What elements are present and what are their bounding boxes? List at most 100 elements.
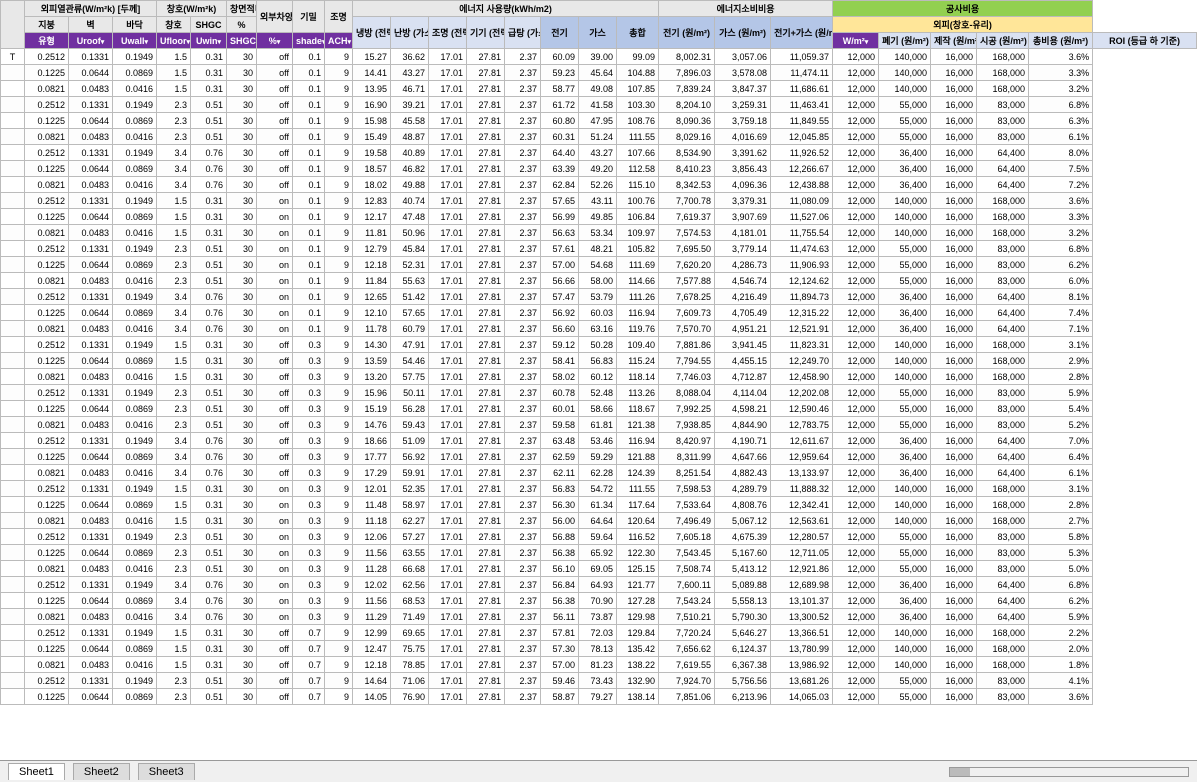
cell[interactable]: 17.01: [429, 657, 467, 673]
cell[interactable]: 2.37: [505, 225, 541, 241]
cell[interactable]: 2.37: [505, 465, 541, 481]
cell[interactable]: 16,000: [931, 65, 977, 81]
cell[interactable]: 47.95: [579, 113, 617, 129]
cell[interactable]: 36,400: [879, 161, 931, 177]
cell[interactable]: 16,000: [931, 513, 977, 529]
cell[interactable]: 12,438.88: [771, 177, 833, 193]
cell[interactable]: 55,000: [879, 97, 931, 113]
cell[interactable]: 9: [325, 401, 353, 417]
cell[interactable]: off: [257, 369, 293, 385]
cell[interactable]: 16,000: [931, 401, 977, 417]
cell[interactable]: [1, 305, 25, 321]
cell[interactable]: 0.1949: [113, 193, 157, 209]
cell[interactable]: 0.1949: [113, 433, 157, 449]
cell[interactable]: 83,000: [977, 113, 1029, 129]
cell[interactable]: 3.4: [157, 289, 191, 305]
cell[interactable]: 0.0416: [113, 609, 157, 625]
cell[interactable]: 0.1949: [113, 577, 157, 593]
cell[interactable]: 9: [325, 673, 353, 689]
cell[interactable]: 0.1: [293, 81, 325, 97]
cell[interactable]: 9: [325, 353, 353, 369]
cell[interactable]: 0.0821: [25, 465, 69, 481]
cell[interactable]: off: [257, 385, 293, 401]
cell[interactable]: 0.1949: [113, 385, 157, 401]
cell[interactable]: 3.4: [157, 465, 191, 481]
cell[interactable]: 12.18: [353, 657, 391, 673]
cell[interactable]: 12,342.41: [771, 497, 833, 513]
cell[interactable]: 8,311.99: [659, 449, 715, 465]
cell[interactable]: on: [257, 513, 293, 529]
cell[interactable]: 12,000: [833, 129, 879, 145]
cell[interactable]: 64,400: [977, 577, 1029, 593]
cell[interactable]: 12,590.46: [771, 401, 833, 417]
cell[interactable]: 8.0%: [1029, 145, 1093, 161]
cell[interactable]: 116.52: [617, 529, 659, 545]
cell[interactable]: 4,190.71: [715, 433, 771, 449]
cell[interactable]: 83,000: [977, 673, 1029, 689]
table-row[interactable]: 0.12250.06440.08691.50.3130on0.1912.1747…: [1, 209, 1197, 225]
cell[interactable]: 11.56: [353, 593, 391, 609]
cell[interactable]: 9: [325, 689, 353, 705]
cell[interactable]: [1, 353, 25, 369]
cell[interactable]: 12,000: [833, 113, 879, 129]
cell[interactable]: 30: [227, 81, 257, 97]
cell[interactable]: 12,000: [833, 657, 879, 673]
cell[interactable]: 30: [227, 321, 257, 337]
cell[interactable]: 39.21: [391, 97, 429, 113]
cell[interactable]: 2.37: [505, 65, 541, 81]
cell[interactable]: 45.58: [391, 113, 429, 129]
cell[interactable]: 140,000: [879, 513, 931, 529]
cell[interactable]: 55,000: [879, 561, 931, 577]
cell[interactable]: 12,458.90: [771, 369, 833, 385]
cell[interactable]: 64,400: [977, 145, 1029, 161]
cell[interactable]: 11,686.61: [771, 81, 833, 97]
cell[interactable]: 2.37: [505, 417, 541, 433]
cell[interactable]: [1, 145, 25, 161]
cell[interactable]: 1.5: [157, 49, 191, 65]
cell[interactable]: 59.12: [541, 337, 579, 353]
cell[interactable]: 140,000: [879, 193, 931, 209]
cell[interactable]: 57.65: [391, 305, 429, 321]
table-row[interactable]: 0.25120.13310.19491.50.3130on0.1912.8340…: [1, 193, 1197, 209]
cell[interactable]: 8,342.53: [659, 177, 715, 193]
cell[interactable]: 64,400: [977, 449, 1029, 465]
cell[interactable]: 0.76: [191, 433, 227, 449]
cell[interactable]: 27.81: [467, 353, 505, 369]
cell[interactable]: 62.84: [541, 177, 579, 193]
cell[interactable]: 16,000: [931, 305, 977, 321]
cell[interactable]: 109.40: [617, 337, 659, 353]
cell[interactable]: 30: [227, 65, 257, 81]
cell[interactable]: 0.1225: [25, 449, 69, 465]
cell[interactable]: 0.1225: [25, 209, 69, 225]
cell[interactable]: 56.10: [541, 561, 579, 577]
cell[interactable]: 7,924.70: [659, 673, 715, 689]
cell[interactable]: 168,000: [977, 193, 1029, 209]
cell[interactable]: 0.31: [191, 481, 227, 497]
cell[interactable]: 7,605.18: [659, 529, 715, 545]
cell[interactable]: 30: [227, 497, 257, 513]
cell[interactable]: 56.92: [541, 305, 579, 321]
cell[interactable]: 168,000: [977, 497, 1029, 513]
cell[interactable]: 105.82: [617, 241, 659, 257]
cell[interactable]: [1, 577, 25, 593]
cell[interactable]: 0.1: [293, 49, 325, 65]
cell[interactable]: 63.48: [541, 433, 579, 449]
cell[interactable]: 52.48: [579, 385, 617, 401]
cell[interactable]: 3.1%: [1029, 337, 1093, 353]
cell[interactable]: 3.3%: [1029, 209, 1093, 225]
cell[interactable]: 2.3: [157, 97, 191, 113]
cell[interactable]: 7,678.25: [659, 289, 715, 305]
cell[interactable]: 17.01: [429, 65, 467, 81]
cell[interactable]: 17.01: [429, 305, 467, 321]
table-row[interactable]: 0.08210.04830.04163.40.7630off0.3917.295…: [1, 465, 1197, 481]
cell[interactable]: 0.0483: [69, 609, 113, 625]
cell[interactable]: 55,000: [879, 113, 931, 129]
cell[interactable]: 0.0416: [113, 417, 157, 433]
cell[interactable]: 2.37: [505, 545, 541, 561]
cell[interactable]: 0.2512: [25, 625, 69, 641]
cell[interactable]: 0.31: [191, 513, 227, 529]
cell[interactable]: 125.15: [617, 561, 659, 577]
cell[interactable]: 16,000: [931, 417, 977, 433]
cell[interactable]: 5.3%: [1029, 545, 1093, 561]
cell[interactable]: 0.31: [191, 337, 227, 353]
